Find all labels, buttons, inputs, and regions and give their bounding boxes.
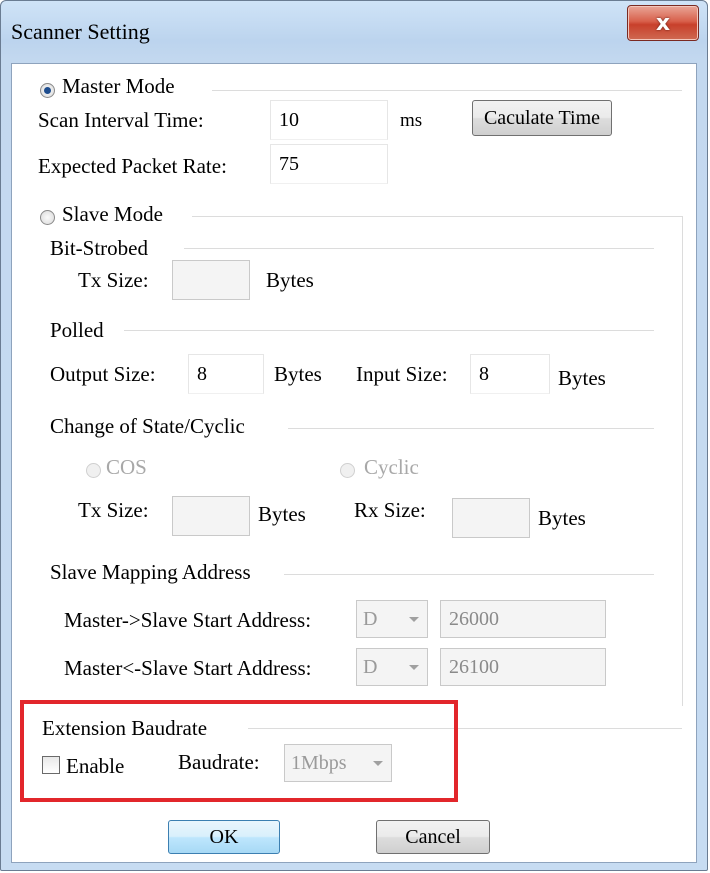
bit-strobed-tx-input[interactable] [172,260,250,300]
bit-strobed-tx-label: Tx Size: [78,268,149,292]
s2m-device-value: D [363,655,378,678]
calculate-time-button[interactable]: Caculate Time [472,100,612,136]
m2s-label: Master->Slave Start Address: [64,608,312,632]
cos-label: COS [106,455,147,479]
bit-strobed-title: Bit-Strobed [50,236,148,260]
m2s-device-select[interactable]: D [356,600,428,638]
output-size-label: Output Size: [50,362,156,386]
s2m-device-select[interactable]: D [356,648,428,686]
output-size-input[interactable]: 8 [188,354,264,394]
bit-strobed-line [184,248,654,249]
slave-mode-label: Slave Mode [62,202,163,226]
slave-group-border [682,216,683,706]
s2m-label: Master<-Slave Start Address: [64,656,312,680]
m2s-address-input[interactable]: 26000 [440,600,606,638]
master-group-line [212,90,682,91]
output-size-unit: Bytes [274,362,322,386]
mapping-title: Slave Mapping Address [50,560,251,584]
slave-group-line [192,216,682,217]
polled-title: Polled [50,318,104,342]
cos-cyclic-line [288,428,654,429]
ok-button[interactable]: OK [168,820,280,854]
dialog-title: Scanner Setting [11,19,150,44]
scan-interval-unit: ms [400,110,423,131]
cyclic-label: Cyclic [364,455,419,479]
cos-rx-input[interactable] [452,498,530,538]
master-mode-label: Master Mode [62,74,175,98]
cos-rx-unit: Bytes [538,506,586,530]
s2m-address-input[interactable]: 26100 [440,648,606,686]
cyclic-radio[interactable] [340,463,355,478]
bit-strobed-tx-unit: Bytes [266,268,314,292]
packet-rate-input[interactable]: 75 [270,144,388,184]
dialog-window: Scanner Setting x Master Mode Scan Inter… [0,0,708,871]
cos-cyclic-title: Change of State/Cyclic [50,414,245,438]
cos-tx-input[interactable] [172,496,250,536]
input-size-unit: Bytes [558,366,606,390]
chevron-down-icon [409,617,419,622]
slave-mode-radio[interactable] [40,210,55,225]
cos-rx-label: Rx Size: [354,498,426,522]
cos-tx-unit: Bytes [258,502,306,526]
close-button[interactable]: x [627,5,699,41]
highlight-box [20,700,458,802]
packet-rate-label: Expected Packet Rate: [38,154,227,178]
mapping-line [284,574,654,575]
input-size-label: Input Size: [356,362,448,386]
scan-interval-label: Scan Interval Time: [38,108,204,132]
cos-tx-label: Tx Size: [78,498,149,522]
dialog-body: Master Mode Scan Interval Time: 10 ms Ca… [11,63,697,863]
m2s-device-value: D [363,607,378,630]
chevron-down-icon [409,665,419,670]
input-size-input[interactable]: 8 [470,354,550,394]
close-icon: x [655,10,671,36]
polled-line [124,330,654,331]
cos-radio[interactable] [86,463,101,478]
master-mode-radio[interactable] [40,83,55,98]
title-bar[interactable]: Scanner Setting x [1,1,707,63]
cancel-button[interactable]: Cancel [376,820,490,854]
scan-interval-input[interactable]: 10 [270,100,388,140]
